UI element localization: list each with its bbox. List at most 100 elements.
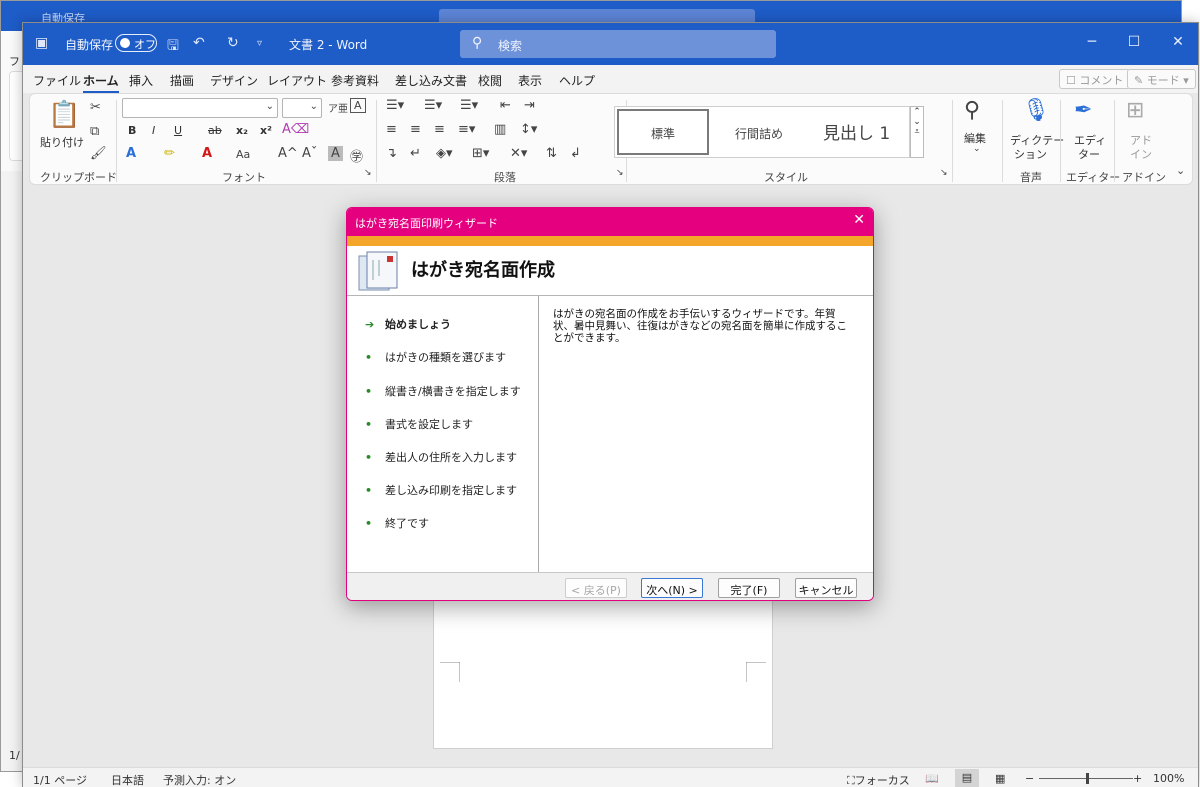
line-spacing-icon[interactable]: ↕▾ [520,122,537,137]
document-page[interactable] [433,595,773,749]
tab-help[interactable]: ヘルプ [559,72,595,89]
close-button[interactable]: ✕ [1163,34,1193,50]
zoom-slider[interactable] [1039,773,1133,784]
grow-font-icon[interactable]: A^ [278,146,298,161]
wizard-step[interactable]: • 書式を設定します [365,416,473,432]
rtl-icon[interactable]: ↵ [410,146,421,161]
collapse-ribbon-icon[interactable]: ⌄ [1176,164,1185,177]
next-button[interactable]: 次へ(N) > [641,578,703,598]
sort-icon[interactable]: ⇅ [546,146,557,161]
numbering-icon[interactable]: ☰▾ [424,98,442,113]
addin-grid-icon[interactable]: ⊞ [1126,98,1144,123]
tab-draw[interactable]: 描画 [170,72,194,89]
focus-mode-button[interactable]: ⛶フォーカス [847,772,910,787]
styles-dialog-launcher-icon[interactable]: ↘ [940,168,948,178]
distributed-icon[interactable]: ▥ [494,122,506,137]
tab-references[interactable]: 参考資料 [331,72,379,89]
find-icon[interactable]: ⚲ [964,98,980,123]
tab-layout[interactable]: レイアウト [267,72,327,89]
font-name-select[interactable]: ⌄ [122,98,278,118]
word-app-icon[interactable]: ▣ [35,35,48,51]
font-size-select[interactable]: ⌄ [282,98,322,118]
zoom-in-button[interactable]: + [1133,772,1142,785]
paste-icon[interactable]: 📋 [48,100,80,130]
print-layout-icon[interactable]: ▤ [955,769,979,787]
shrink-font-icon[interactable]: Aˇ [302,146,317,161]
text-effects-icon[interactable]: A [126,146,136,161]
cut-icon[interactable]: ✂ [90,100,101,115]
character-shading-icon[interactable]: A [328,146,343,161]
read-mode-icon[interactable]: 📖 [925,772,939,785]
undo-icon[interactable]: ↶ [193,35,205,51]
increase-indent-icon[interactable]: ⇥ [524,98,535,113]
style-no-spacing[interactable]: 行間詰め [735,125,783,142]
tab-file[interactable]: ファイル [33,72,81,89]
wizard-step[interactable]: • はがきの種類を選びます [365,349,506,365]
zoom-out-button[interactable]: − [1025,772,1034,785]
editor-label-2[interactable]: ター [1078,146,1100,162]
zoom-level[interactable]: 100% [1153,772,1184,785]
customize-qat-icon[interactable]: ▿ [257,38,262,49]
wizard-step[interactable]: • 差出人の住所を入力します [365,449,517,465]
finish-button[interactable]: 完了(F) [718,578,780,598]
shading-icon[interactable]: ◈▾ [436,146,453,161]
style-normal[interactable]: 標準 [617,109,709,155]
wizard-step[interactable]: • 差し込み印刷を指定します [365,482,517,498]
asian-layout-icon[interactable]: ✕▾ [510,146,527,161]
dialog-close-button[interactable]: ✕ [853,212,865,228]
wizard-step-current[interactable]: ➔ 始めましょう [365,316,451,332]
tab-insert[interactable]: 挿入 [129,72,153,89]
autosave-toggle[interactable]: オフ [115,34,157,52]
highlight-icon[interactable]: ✏ [164,146,175,161]
enclose-characters-icon[interactable]: ㊫ [350,146,363,165]
align-center-icon[interactable]: ≡ [410,122,421,137]
cancel-button[interactable]: キャンセル [795,578,857,598]
bullets-icon[interactable]: ☰▾ [386,98,404,113]
language-indicator[interactable]: 日本語 [111,772,144,787]
bold-button[interactable]: B [128,124,136,137]
italic-button[interactable]: I [152,124,155,137]
search-input[interactable]: ⚲ 検索 [460,30,776,58]
align-right-icon[interactable]: ≡ [434,122,445,137]
subscript-button[interactable]: x₂ [236,124,248,137]
styles-scroll[interactable]: ⌃ ⌄ ⩡ [910,106,924,158]
multilevel-list-icon[interactable]: ☰▾ [460,98,478,113]
align-left-icon[interactable]: ≡ [386,122,397,137]
tab-design[interactable]: デザイン [210,72,258,89]
copy-icon[interactable]: ⧉ [90,124,99,139]
microphone-icon[interactable]: 🎙 [1022,98,1050,123]
comment-button[interactable]: ☐ コメント [1059,69,1131,89]
redo-icon[interactable]: ↻ [227,35,239,51]
wizard-step[interactable]: • 終了です [365,515,429,531]
dictate-label-2[interactable]: ション [1014,146,1047,162]
change-case-icon[interactable]: Aa [236,148,250,161]
underline-button[interactable]: U [174,124,182,137]
page-count[interactable]: 1/1 ページ [33,772,87,787]
format-painter-icon[interactable]: 🖌 [90,146,107,161]
editor-pen-icon[interactable]: ✒ [1074,98,1092,123]
phonetic-guide-icon[interactable]: ア亜 [328,100,348,115]
zoom-slider-thumb[interactable] [1086,773,1089,784]
justify-icon[interactable]: ≡▾ [458,122,475,137]
minimize-button[interactable]: ─ [1077,34,1107,50]
paragraph-dialog-launcher-icon[interactable]: ↘ [616,168,624,178]
web-layout-icon[interactable]: ▦ [995,772,1005,785]
tab-home[interactable]: ホーム [83,72,119,93]
paste-label[interactable]: 貼り付け [40,134,84,150]
predictive-input-status[interactable]: 予測入力: オン [163,772,236,787]
character-border-icon[interactable]: A [350,98,366,113]
tab-view[interactable]: 表示 [518,72,542,89]
borders-icon[interactable]: ⊞▾ [472,146,489,161]
show-marks-icon[interactable]: ↲ [570,146,581,161]
font-color-icon[interactable]: A [202,146,212,161]
wizard-step[interactable]: • 縦書き/横書きを指定します [365,383,521,399]
superscript-button[interactable]: x² [260,124,272,137]
font-dialog-launcher-icon[interactable]: ↘ [364,168,372,178]
mode-button[interactable]: ✎ モード ▾ [1127,69,1196,89]
tab-review[interactable]: 校閲 [478,72,502,89]
tab-mailings[interactable]: 差し込み文書 [395,72,467,89]
addin-label-2[interactable]: イン [1130,146,1152,162]
maximize-button[interactable]: ☐ [1119,34,1149,50]
ltr-icon[interactable]: ↴ [386,146,397,161]
strikethrough-button[interactable]: ab [208,124,222,137]
